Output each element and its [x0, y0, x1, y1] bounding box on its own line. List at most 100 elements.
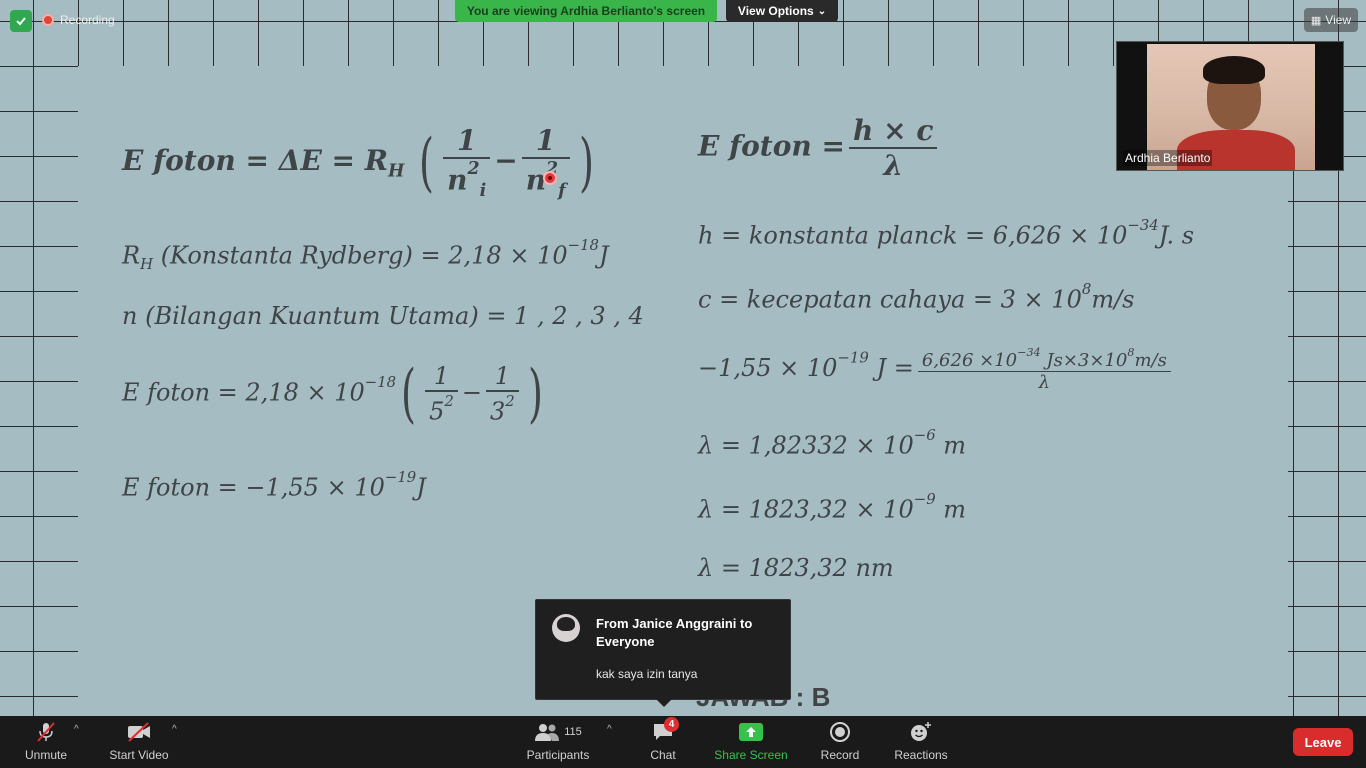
meeting-toolbar: Unmute ^ Start Video ^ 115 Participants … — [0, 716, 1366, 768]
eq4-frac2: 1 32 — [485, 362, 519, 426]
record-icon — [827, 720, 853, 744]
video-off-icon — [126, 720, 152, 744]
eqB-sup: −34 — [1127, 216, 1159, 234]
eq4-frac1-den-base: 5 — [429, 397, 445, 426]
eq1-frac2-den-sub: f — [558, 181, 566, 202]
leave-button[interactable]: Leave — [1293, 728, 1353, 756]
start-video-label: Start Video — [109, 748, 169, 762]
security-shield-icon[interactable] — [10, 10, 32, 32]
grid-view-icon: ▦ — [1310, 14, 1322, 27]
eq4-frac1-den-sup: 2 — [444, 392, 454, 411]
view-options-label: View Options — [737, 4, 814, 18]
muted-microphone-icon — [33, 720, 59, 744]
eqC-sup: 8 — [1081, 280, 1092, 298]
video-options-caret-icon[interactable]: ^ — [172, 724, 177, 735]
eqD-num-sup1: −34 — [1017, 346, 1041, 359]
eqA-lhs: E foton = — [698, 129, 845, 163]
audio-options-caret-icon[interactable]: ^ — [74, 724, 79, 735]
eq2-b: (Konstanta Rydberg) = 2,18 × 10 — [153, 241, 568, 270]
chat-icon: 4 — [650, 717, 679, 744]
eq4-frac2-den-base: 3 — [489, 397, 506, 426]
start-video-button[interactable]: Start Video — [104, 716, 174, 768]
eqD-sup: −19 — [837, 348, 869, 367]
participant-name: Ardhia Berlianto — [1123, 150, 1213, 166]
chat-unread-badge: 4 — [664, 717, 679, 732]
eqD-b: J = — [868, 354, 914, 383]
chat-message: kak saya izin tanya — [596, 667, 698, 681]
eq4-paren-left: ( — [401, 357, 417, 431]
eq4-minus: − — [461, 378, 482, 407]
view-label: View — [1325, 13, 1352, 27]
eq2-c: J — [599, 241, 609, 270]
eq1-frac1-num: 1 — [456, 124, 477, 157]
share-screen-label: Share Screen — [714, 748, 788, 762]
eq2-a: R — [122, 241, 141, 270]
eq-energy-result: E foton = −1,55 × 10−19J — [122, 468, 426, 501]
eq-planck-constant: h = konstanta planck = 6,626 × 10−34J. s — [698, 216, 1194, 249]
reactions-button[interactable]: Reactions — [892, 716, 950, 768]
eqE-b: m — [935, 431, 967, 460]
unmute-button[interactable]: Unmute — [18, 716, 74, 768]
eq1-frac1-den-sup: 2 — [467, 159, 480, 179]
eq1-frac1-den-base: n — [447, 163, 468, 197]
eqE-sup: −6 — [913, 426, 936, 444]
eq1-frac1-den-sub: i — [479, 181, 487, 202]
participants-button[interactable]: 115 Participants — [524, 716, 592, 768]
participant-video-thumbnail[interactable]: Ardhia Berlianto — [1116, 41, 1344, 171]
eq5-b: J — [416, 473, 426, 502]
chat-notification[interactable]: From Janice Anggraini to Everyone kak sa… — [535, 599, 791, 707]
eq4-frac2-den: 32 — [485, 390, 519, 426]
participants-options-caret-icon[interactable]: ^ — [607, 724, 612, 735]
eqD-num-c: m/s — [1134, 350, 1167, 372]
paren-right: ) — [578, 125, 594, 200]
eqA-den: λ — [849, 147, 938, 182]
eq-speed-of-light: c = kecepatan cahaya = 3 × 108m/s — [698, 280, 1134, 313]
eq-rydberg-constant: RH (Konstanta Rydberg) = 2,18 × 10−18J — [122, 236, 609, 273]
eq1-frac2-num: 1 — [535, 124, 556, 157]
eq4-sup: −18 — [364, 373, 397, 392]
zoom-meeting-window: E foton = ΔE = RH (1 n2i −1 n2f) RH (Konsta… — [0, 0, 1366, 768]
avatar — [552, 614, 580, 642]
chat-button[interactable]: 4 Chat — [643, 716, 683, 768]
reactions-label: Reactions — [894, 748, 948, 762]
eq1-minus: − — [494, 144, 518, 178]
eqC-a: c = kecepatan cahaya = 3 × 10 — [698, 285, 1082, 314]
eqA-num: h × c — [853, 114, 934, 147]
viewing-screen-banner: You are viewing Ardhia Berlianto's scree… — [455, 0, 717, 22]
eq4-a: E foton = 2,18 × 10 — [122, 378, 365, 407]
eq5-sup: −19 — [384, 468, 417, 486]
eq4-paren-right: ) — [527, 357, 543, 431]
eq4-frac1: 1 52 — [425, 362, 458, 426]
view-options-button[interactable]: View Options ⌄ — [726, 0, 838, 22]
eq4-frac2-den-sup: 2 — [505, 392, 515, 411]
participants-count: 115 — [564, 726, 582, 738]
eqF-a: λ = 1823,32 × 10 — [698, 495, 914, 524]
eqE-a: λ = 1,82332 × 10 — [698, 431, 914, 460]
eq1-sub: H — [388, 161, 405, 182]
eq-energy-rydberg: E foton = ΔE = RH (1 n2i −1 n2f) — [122, 124, 599, 201]
laser-pointer — [543, 171, 557, 185]
eq1-lhs: E foton = ΔE = R — [122, 144, 389, 178]
share-screen-button[interactable]: Share Screen — [712, 716, 790, 768]
participants-label: Participants — [526, 748, 590, 762]
reactions-smiley-icon — [908, 720, 934, 744]
eqB-b: J. s — [1158, 221, 1195, 250]
recording-dot-icon — [42, 14, 54, 26]
recording-indicator: Recording — [42, 10, 115, 30]
chevron-down-icon: ⌄ — [817, 5, 827, 17]
eqF-b: m — [935, 495, 967, 524]
eq2-sub: H — [140, 255, 154, 274]
eq1-frac2: 1 n2f — [521, 124, 570, 202]
eq1-frac1: 1 n2i — [443, 124, 491, 202]
share-screen-icon — [738, 720, 764, 744]
record-button[interactable]: Record — [816, 716, 864, 768]
eq4-frac2-num: 1 — [494, 362, 510, 391]
eq-wavelength-nano-exp: λ = 1823,32 × 10−9 m — [698, 490, 966, 523]
eqD-a: −1,55 × 10 — [698, 354, 838, 383]
unmute-label: Unmute — [24, 748, 68, 762]
view-button[interactable]: ▦ View — [1304, 8, 1358, 32]
eq-wavelength-micro: λ = 1,82332 × 10−6 m — [698, 426, 966, 459]
eqD-num-a: 6,626 ×10 — [921, 350, 1018, 372]
eq-quantum-number: n (Bilangan Kuantum Utama) = 1 , 2 , 3 ,… — [122, 302, 644, 330]
eq-energy-value: E foton = 2,18 × 10−18(1 52−1 32) — [122, 362, 548, 426]
